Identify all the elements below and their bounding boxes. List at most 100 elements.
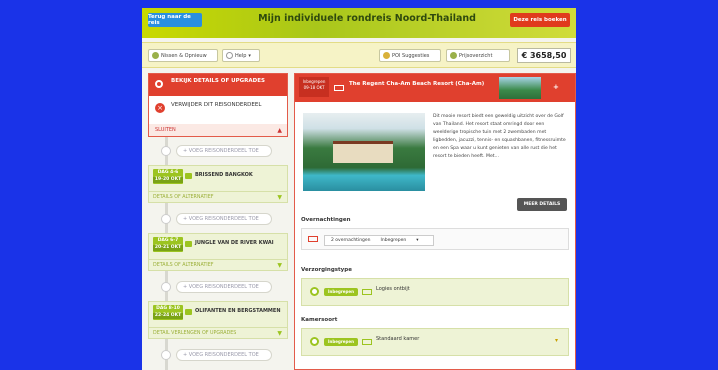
close-panel-button[interactable]: SLUITEN ▲ xyxy=(149,124,287,136)
bed-icon xyxy=(362,339,372,345)
board-section-title: Verzorgingstype xyxy=(301,267,352,273)
stage-footer-label: DETAIL VERLENGEN OF UPGRADES xyxy=(153,331,237,336)
timeline-dot xyxy=(161,214,171,224)
stage-card[interactable]: DAG 8-10 22-24 OKT OLIFANTEN EN BERGSTAMM… xyxy=(148,301,288,339)
book-trip-button[interactable]: Deze reis boeken xyxy=(510,13,570,27)
search-icon xyxy=(155,80,163,88)
chevron-down-icon: ▼ xyxy=(277,262,282,269)
stage-day: DAG 4-6 xyxy=(157,170,179,175)
stage-date: 22-24 OKT xyxy=(153,313,183,319)
room-value: Standaard kamer xyxy=(376,336,420,342)
stage-day: DAG 8-10 xyxy=(156,306,180,311)
chevron-up-icon: ▲ xyxy=(277,127,282,134)
hotel-header: Inbegrepen 09-18 OKT The Regent Cha-Am Be… xyxy=(295,74,575,102)
stage-day-badge: DAG 4-6 19-20 OKT xyxy=(153,169,183,184)
board-value: Logies ontbijt xyxy=(376,286,410,292)
price-icon xyxy=(450,52,457,59)
remove-item-button[interactable]: × VERWIJDER DIT REISONDERDEEL xyxy=(155,102,262,113)
suitcase-icon xyxy=(185,173,192,179)
add-item-row: + VOEG REISONDERDEEL TOE xyxy=(148,144,288,158)
timeline-dot xyxy=(161,350,171,360)
nights-status: Inbegrepen xyxy=(380,238,407,243)
itinerary-sidebar: BEKIJK DETAILS OF UPGRADES × VERWIJDER D… xyxy=(148,73,288,370)
share-label: Nissen & Opnieuw xyxy=(161,52,207,59)
chevron-down-icon: ▼ xyxy=(277,194,282,201)
bed-icon xyxy=(334,85,344,91)
selected-item-panel: BEKIJK DETAILS OF UPGRADES × VERWIJDER D… xyxy=(148,73,288,137)
stage-details-link[interactable]: DETAILS OF ALTERNATIEF ▼ xyxy=(149,259,287,270)
stage-name: JUNGLE VAN DE RIVER KWAI xyxy=(195,240,274,246)
room-option[interactable]: Inbegrepen Standaard kamer ▾ xyxy=(301,328,569,356)
total-price: € 3658,50 xyxy=(517,48,571,63)
close-label: SLUITEN xyxy=(155,127,176,133)
board-option[interactable]: Inbegrepen Logies ontbijt xyxy=(301,278,569,306)
room-included-pill: Inbegrepen xyxy=(324,338,358,346)
price-overview-label: Prijsoverzicht xyxy=(459,52,493,59)
suitcase-icon xyxy=(185,241,192,247)
help-label: Help xyxy=(235,52,247,59)
stage-date: 20-21 OKT xyxy=(153,245,183,251)
hotel-photo xyxy=(303,113,425,191)
add-item-button[interactable]: + VOEG REISONDERDEEL TOE xyxy=(176,213,272,225)
nights-value: 2 overnachtingen xyxy=(331,238,371,243)
remove-item-label: VERWIJDER DIT REISONDERDEEL xyxy=(171,102,262,108)
poi-suggestions-button[interactable]: POI Suggesties xyxy=(379,49,441,62)
board-included-pill: Inbegrepen xyxy=(324,288,358,296)
bed-icon xyxy=(308,236,318,242)
stage-day-badge: DAG 6-7 20-21 OKT xyxy=(153,237,183,252)
nights-section-title: Overnachtingen xyxy=(301,217,351,223)
included-tag: Inbegrepen 09-18 OKT xyxy=(299,77,329,97)
price-overview-button[interactable]: Prijsoverzicht xyxy=(446,49,510,62)
bed-icon xyxy=(362,289,372,295)
nights-select[interactable]: 2 overnachtingen Inbegrepen ▾ xyxy=(324,235,434,246)
add-item-button[interactable]: + VOEG REISONDERDEEL TOE xyxy=(176,281,272,293)
chevron-down-icon: ▾ xyxy=(248,52,251,59)
timeline-dot xyxy=(161,282,171,292)
stage-footer-label: DETAILS OF ALTERNATIEF xyxy=(153,263,214,268)
hotel-building xyxy=(333,141,393,163)
hotel-title: The Regent Cha-Am Beach Resort (Cha-Am) xyxy=(349,81,485,87)
add-item-row: + VOEG REISONDERDEEL TOE xyxy=(148,348,288,362)
top-bar: Terug naar de reis Mijn individuele rond… xyxy=(142,8,576,38)
stage-day-badge: DAG 8-10 22-24 OKT xyxy=(153,305,183,320)
view-details-label: BEKIJK DETAILS OF UPGRADES xyxy=(171,78,265,84)
stage-day: DAG 6-7 xyxy=(157,238,179,243)
add-item-row: + VOEG REISONDERDEEL TOE xyxy=(148,280,288,294)
suitcase-icon xyxy=(185,309,192,315)
stage-card[interactable]: DAG 4-6 19-20 OKT BRISSEND BANGKOK DETAIL… xyxy=(148,165,288,203)
add-item-button[interactable]: + VOEG REISONDERDEEL TOE xyxy=(176,349,272,361)
view-details-button[interactable]: BEKIJK DETAILS OF UPGRADES xyxy=(149,74,287,96)
help-button[interactable]: Help ▾ xyxy=(222,49,260,62)
share-button[interactable]: Nissen & Opnieuw xyxy=(148,49,218,62)
room-radio[interactable] xyxy=(310,337,319,346)
hotel-thumbnail[interactable] xyxy=(499,77,541,99)
stage-date: 19-20 OKT xyxy=(153,177,183,183)
board-radio[interactable] xyxy=(310,287,319,296)
timeline-dot xyxy=(161,146,171,156)
plus-icon[interactable]: + xyxy=(553,83,559,91)
share-icon xyxy=(152,52,159,59)
stage-details-link[interactable]: DETAIL VERLENGEN OF UPGRADES ▼ xyxy=(149,327,287,338)
help-icon xyxy=(226,52,233,59)
room-section-title: Kamersoort xyxy=(301,317,338,323)
close-icon: × xyxy=(155,103,165,113)
chevron-down-icon: ▼ xyxy=(277,330,282,337)
stage-name: OLIFANTEN EN BERGSTAMMEN xyxy=(195,308,281,314)
page-title: Mijn individuele rondreis Noord-Thailand xyxy=(258,13,476,24)
nights-row: 2 overnachtingen Inbegrepen ▾ xyxy=(301,228,569,250)
included-tag-date: 09-18 OKT xyxy=(303,85,325,90)
hotel-detail-panel: Inbegrepen 09-18 OKT The Regent Cha-Am Be… xyxy=(294,73,576,370)
poi-label: POI Suggesties xyxy=(392,52,430,59)
app-window: Terug naar de reis Mijn individuele rond… xyxy=(142,8,576,370)
add-item-row: + VOEG REISONDERDEEL TOE xyxy=(148,212,288,226)
more-details-button[interactable]: MEER DETAILS xyxy=(517,198,567,211)
stage-card[interactable]: DAG 6-7 20-21 OKT JUNGLE VAN DE RIVER KWA… xyxy=(148,233,288,271)
poi-icon xyxy=(383,52,390,59)
stage-details-link[interactable]: DETAILS OF ALTERNATIEF ▼ xyxy=(149,191,287,202)
hotel-description: Dit mooie resort biedt een geweldig uitz… xyxy=(433,114,566,159)
chevron-down-icon[interactable]: ▾ xyxy=(555,337,558,344)
chevron-down-icon: ▾ xyxy=(416,238,419,243)
back-to-trip-button[interactable]: Terug naar de reis xyxy=(148,13,202,27)
add-item-button[interactable]: + VOEG REISONDERDEEL TOE xyxy=(176,145,272,157)
stage-name: BRISSEND BANGKOK xyxy=(195,172,253,178)
